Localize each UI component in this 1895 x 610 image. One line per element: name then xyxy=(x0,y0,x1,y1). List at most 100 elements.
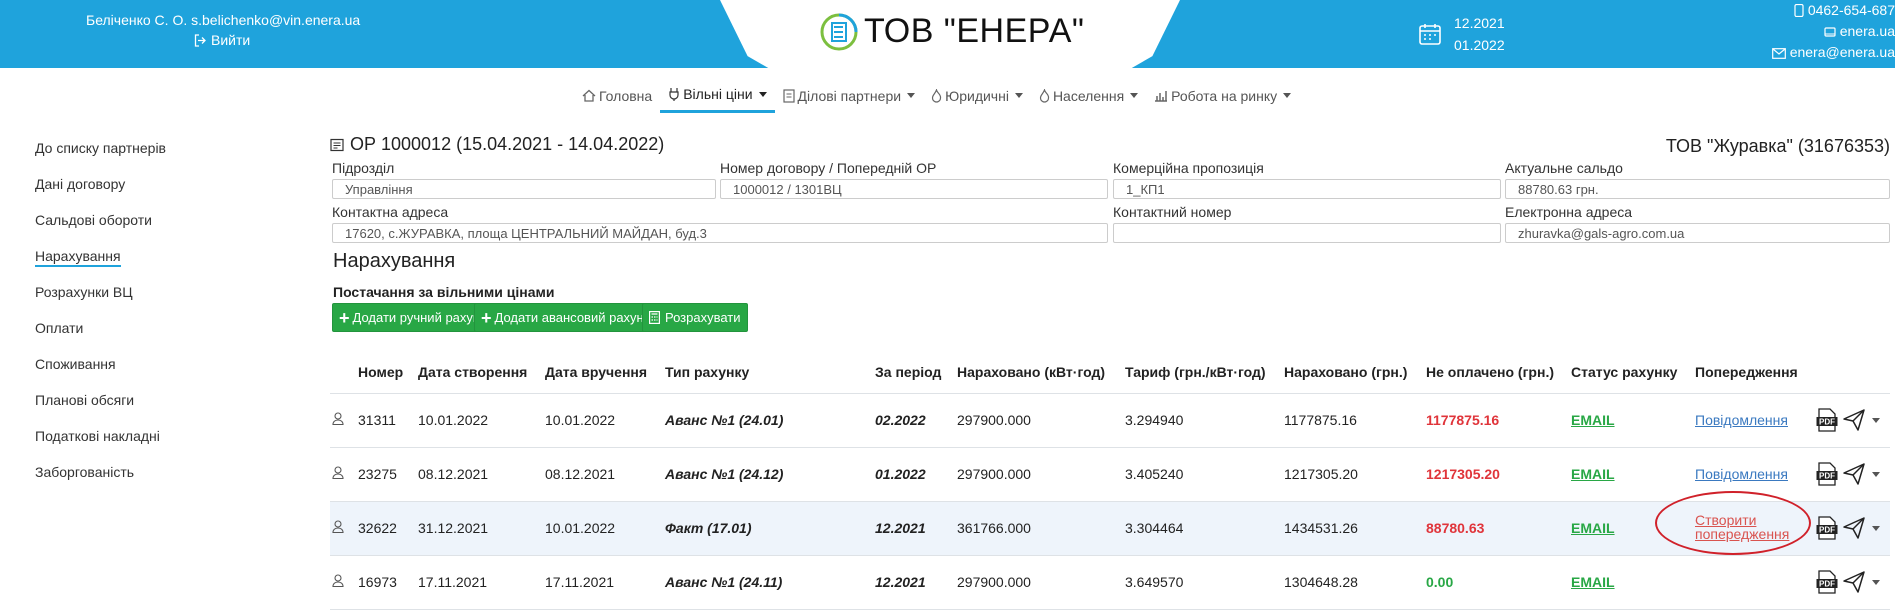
chevron-down-icon xyxy=(1014,93,1023,98)
send-icon[interactable] xyxy=(1842,462,1866,486)
contact-phone: 0462-654-687 xyxy=(1772,0,1895,21)
column-header-period[interactable]: За період xyxy=(875,364,941,380)
department-field[interactable] xyxy=(332,179,716,199)
row-actions: PDF xyxy=(1816,408,1880,432)
cell-type: Аванс №1 (24.12) xyxy=(665,466,784,482)
nav-home[interactable]: Головна xyxy=(574,86,660,113)
phone-field[interactable] xyxy=(1113,223,1501,243)
sidebar-item-planned-volumes[interactable]: Планові обсяги xyxy=(35,392,166,428)
logout-link[interactable]: Вийти xyxy=(194,32,360,48)
address-field[interactable] xyxy=(332,223,1108,243)
commercial-offer-field[interactable] xyxy=(1113,179,1501,199)
send-icon[interactable] xyxy=(1842,408,1866,432)
column-header-created[interactable]: Дата створення xyxy=(418,364,527,380)
send-icon[interactable] xyxy=(1842,516,1866,540)
cell-uah: 1217305.20 xyxy=(1284,466,1358,482)
cell-delivered: 10.01.2022 xyxy=(545,412,616,428)
period-box[interactable]: 12.2021 01.2022 xyxy=(1418,12,1505,56)
pdf-icon[interactable]: PDF xyxy=(1816,570,1838,594)
cell-uah: 1434531.26 xyxy=(1284,520,1358,536)
contacts: 0462-654-687 enera.ua enera@enera.ua xyxy=(1771,0,1895,63)
status-email-link[interactable]: EMAIL xyxy=(1571,574,1615,590)
sidebar-item-tax-invoices[interactable]: Податкові накладні xyxy=(35,428,166,464)
cell-number: 23275 xyxy=(358,466,397,482)
chevron-down-icon[interactable] xyxy=(1872,579,1880,585)
create-warning-link[interactable]: Створити попередження xyxy=(1695,513,1789,541)
calendar-icon xyxy=(1419,24,1441,45)
sidebar-item-contract-data[interactable]: Дані договору xyxy=(35,176,166,212)
pdf-icon[interactable]: PDF xyxy=(1816,462,1838,486)
chevron-down-icon[interactable] xyxy=(1872,525,1880,531)
column-header-status[interactable]: Статус рахунку xyxy=(1571,364,1677,380)
cell-number: 32622 xyxy=(358,520,397,536)
status-email-link[interactable]: EMAIL xyxy=(1571,520,1615,536)
add-advance-invoice-button[interactable]: + Додати авансовий рахунок xyxy=(474,303,664,332)
column-header-kwh[interactable]: Нараховано (кВт·год) xyxy=(957,364,1105,380)
notification-link[interactable]: Повідомлення xyxy=(1695,466,1788,482)
chevron-down-icon[interactable] xyxy=(1872,417,1880,423)
nav-partners[interactable]: Ділові партнери xyxy=(775,86,924,113)
plus-icon: + xyxy=(481,307,492,328)
send-icon[interactable] xyxy=(1842,570,1866,594)
plug-icon xyxy=(669,88,679,101)
column-header-warning[interactable]: Попередження xyxy=(1695,364,1798,380)
user-icon xyxy=(332,520,344,533)
status-email-link[interactable]: EMAIL xyxy=(1571,466,1615,482)
logo[interactable]: ТОВ "ЕНЕРА" xyxy=(820,12,1084,51)
sidebar-item-vc-calculations[interactable]: Розрахунки ВЦ xyxy=(35,284,166,320)
sidebar-item-consumption[interactable]: Споживання xyxy=(35,356,166,392)
sidebar-item-partners-list[interactable]: До списку партнерів xyxy=(35,140,166,176)
nav-market[interactable]: Робота на ринку xyxy=(1146,86,1299,113)
logout-label: Вийти xyxy=(211,32,251,48)
main-nav: Головна Вільні ціни Ділові партнери Юрид… xyxy=(574,86,1299,113)
flame-icon xyxy=(931,88,942,103)
globe-icon xyxy=(1824,27,1836,37)
pdf-icon[interactable]: PDF xyxy=(1816,408,1838,432)
contact-email[interactable]: enera@enera.ua xyxy=(1771,42,1895,63)
contract-number-field[interactable] xyxy=(720,179,1108,199)
address-label: Контактна адреса xyxy=(332,204,449,220)
sidebar-item-balance-turnover[interactable]: Сальдові обороти xyxy=(35,212,166,248)
column-header-type[interactable]: Тип рахунку xyxy=(665,364,749,380)
column-header-delivered[interactable]: Дата вручення xyxy=(545,364,647,380)
balance-field[interactable] xyxy=(1505,179,1890,199)
pdf-icon[interactable]: PDF xyxy=(1816,516,1838,540)
row-actions: PDF xyxy=(1816,516,1880,540)
notification-link[interactable]: Повідомлення xyxy=(1695,412,1788,428)
chevron-down-icon[interactable] xyxy=(1872,471,1880,477)
table-row[interactable]: 16973 17.11.2021 17.11.2021 Аванс №1 (24… xyxy=(330,556,1890,610)
nav-legal[interactable]: Юридичні xyxy=(923,86,1031,113)
chart-icon xyxy=(1155,91,1168,102)
table-row[interactable]: 31311 10.01.2022 10.01.2022 Аванс №1 (24… xyxy=(330,394,1890,448)
sidebar-item-charges[interactable]: Нарахування xyxy=(35,248,166,284)
column-header-tariff[interactable]: Тариф (грн./кВт·год) xyxy=(1125,364,1266,380)
row-actions: PDF xyxy=(1816,570,1880,594)
envelope-icon xyxy=(1771,48,1786,59)
user-box: Беліченко С. О. s.belichenko@vin.enera.u… xyxy=(86,12,360,48)
contact-site[interactable]: enera.ua xyxy=(1772,21,1895,42)
status-email-link[interactable]: EMAIL xyxy=(1571,412,1615,428)
cell-unpaid: 1177875.16 xyxy=(1426,412,1500,428)
nav-population[interactable]: Населення xyxy=(1031,86,1146,113)
user-icon xyxy=(332,412,344,425)
calculate-button[interactable]: Розрахувати xyxy=(642,303,748,332)
column-header-uah[interactable]: Нараховано (грн.) xyxy=(1284,364,1407,380)
cell-created: 31.12.2021 xyxy=(418,520,489,536)
nav-free-prices[interactable]: Вільні ціни xyxy=(660,86,775,113)
sidebar-item-payments[interactable]: Оплати xyxy=(35,320,166,356)
cell-number: 31311 xyxy=(358,412,396,428)
column-header-unpaid[interactable]: Не оплачено (грн.) xyxy=(1426,364,1554,380)
table-row[interactable]: 32622 31.12.2021 10.01.2022 Факт (17.01)… xyxy=(330,502,1890,556)
cell-created: 08.12.2021 xyxy=(418,466,489,482)
column-header-number[interactable]: Номер xyxy=(358,364,403,380)
cell-tariff: 3.649570 xyxy=(1125,574,1184,590)
email-label: Електронна адреса xyxy=(1505,204,1633,220)
cell-kwh: 361766.000 xyxy=(957,520,1031,536)
cell-period: 01.2022 xyxy=(875,466,926,482)
row-actions: PDF xyxy=(1816,462,1880,486)
sidebar-item-debt[interactable]: Заборгованість xyxy=(35,464,166,500)
email-field[interactable] xyxy=(1505,223,1890,243)
commercial-offer-label: Комерційна пропозиція xyxy=(1113,160,1264,176)
cell-tariff: 3.405240 xyxy=(1125,466,1184,482)
table-row[interactable]: 23275 08.12.2021 08.12.2021 Аванс №1 (24… xyxy=(330,448,1890,502)
